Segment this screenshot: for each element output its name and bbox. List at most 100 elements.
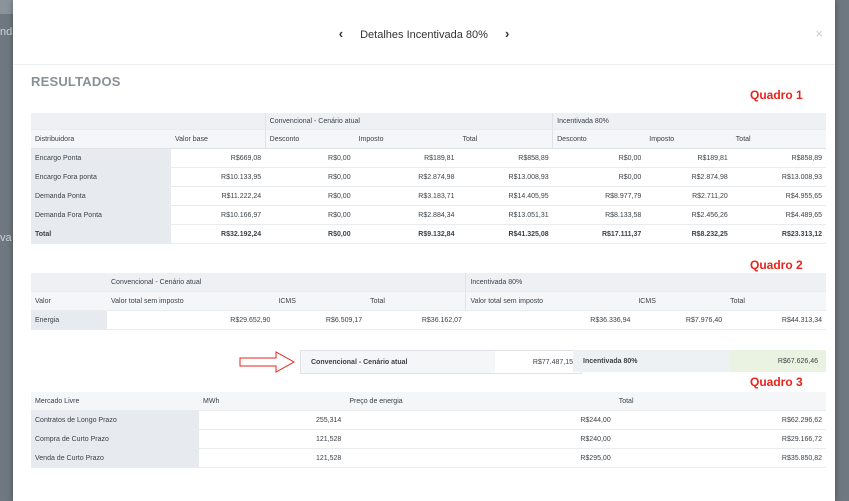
cell: R$7.976,40 bbox=[634, 310, 727, 330]
cell: 121,528 bbox=[199, 429, 346, 449]
cell: R$6.509,17 bbox=[274, 310, 367, 330]
quadro2-label: Quadro 2 bbox=[750, 258, 803, 272]
cell: R$23.313,12 bbox=[731, 224, 826, 244]
group-header-row: Convencional - Cenário atual Incentivada… bbox=[31, 273, 826, 292]
cell: R$0,00 bbox=[265, 148, 355, 168]
background-topbar bbox=[0, 0, 14, 14]
quadro1-label: Quadro 1 bbox=[750, 88, 803, 102]
column-header: Imposto bbox=[645, 129, 732, 149]
cell: R$3.183,71 bbox=[354, 186, 459, 206]
cell: R$13.008,93 bbox=[458, 167, 553, 187]
column-header: Total bbox=[458, 129, 553, 149]
cell: R$858,89 bbox=[731, 148, 826, 168]
details-modal: ‹ Detalhes Incentivada 80% › × RESULTADO… bbox=[13, 0, 835, 501]
cell: R$0,00 bbox=[265, 224, 355, 244]
background-text: va bbox=[0, 232, 12, 244]
cell: R$0,00 bbox=[552, 148, 646, 168]
cell: R$0,00 bbox=[265, 186, 355, 206]
table-row: Venda de Curto Prazo 121,528 R$295,00 R$… bbox=[31, 448, 826, 468]
row-label: Encargo Fora ponta bbox=[31, 167, 171, 187]
summary-value: R$67.626,46 bbox=[730, 350, 826, 372]
cell: R$8.232,25 bbox=[645, 224, 732, 244]
table-row: Contratos de Longo Prazo 255,314 R$244,0… bbox=[31, 410, 826, 430]
cell: R$8.977,79 bbox=[552, 186, 646, 206]
summary-incentivada: Incentivada 80% R$67.626,46 bbox=[573, 350, 826, 372]
row-label: Demanda Ponta bbox=[31, 186, 171, 206]
cell: R$2.711,20 bbox=[645, 186, 732, 206]
group-incentivada: Incentivada 80% bbox=[465, 273, 826, 292]
table-row: Demanda Ponta R$11.222,24 R$0,00 R$3.183… bbox=[31, 186, 826, 206]
column-header: Imposto bbox=[354, 129, 459, 149]
cell: R$0,00 bbox=[265, 205, 355, 225]
column-header: Valor total sem imposto bbox=[107, 291, 275, 311]
cell: 121,528 bbox=[199, 448, 346, 468]
mercado-livre-table: Mercado Livre MWh Preço de energia Total… bbox=[31, 392, 826, 468]
row-label: Venda de Curto Prazo bbox=[31, 448, 199, 468]
column-header-row: Distribuidora Valor base Desconto Impost… bbox=[31, 129, 826, 149]
cell: R$17.111,37 bbox=[552, 224, 646, 244]
cell: R$2.884,34 bbox=[354, 205, 459, 225]
cell: R$8.133,58 bbox=[552, 205, 646, 225]
cell: R$4.955,65 bbox=[731, 186, 826, 206]
group-incentivada: Incentivada 80% bbox=[552, 113, 826, 130]
modal-title: Detalhes Incentivada 80% bbox=[360, 29, 488, 41]
cell: R$32.192,24 bbox=[171, 224, 266, 244]
cell: R$10.166,97 bbox=[171, 205, 266, 225]
cell: R$14.405,95 bbox=[458, 186, 553, 206]
cell: R$29.652,90 bbox=[107, 310, 275, 330]
row-label: Encargo Ponta bbox=[31, 148, 171, 168]
cell: R$189,81 bbox=[354, 148, 459, 168]
chevron-right-icon[interactable]: › bbox=[505, 26, 509, 41]
cell: R$29.166,72 bbox=[614, 429, 826, 449]
column-header: Mercado Livre bbox=[31, 392, 199, 411]
cell: R$41.325,08 bbox=[458, 224, 553, 244]
table-row: Compra de Curto Prazo 121,528 R$240,00 R… bbox=[31, 429, 826, 449]
cell: R$2.874,98 bbox=[354, 167, 459, 187]
column-header: ICMS bbox=[634, 291, 727, 311]
table-row: Encargo Fora ponta R$10.133,95 R$0,00 R$… bbox=[31, 167, 826, 187]
column-header: Total bbox=[731, 129, 826, 149]
energia-table: Convencional - Cenário atual Incentivada… bbox=[31, 273, 826, 330]
cell: 255,314 bbox=[199, 410, 346, 430]
cell: R$13.051,31 bbox=[458, 205, 553, 225]
cell: R$62.296,62 bbox=[614, 410, 826, 430]
cell: R$189,81 bbox=[645, 148, 732, 168]
cell: R$858,89 bbox=[458, 148, 553, 168]
chevron-left-icon[interactable]: ‹ bbox=[339, 26, 343, 41]
cell: R$669,08 bbox=[171, 148, 266, 168]
modal-title-bar: ‹ Detalhes Incentivada 80% › bbox=[13, 26, 835, 41]
modal-header: ‹ Detalhes Incentivada 80% › × bbox=[13, 0, 835, 65]
column-header: Preço de energia bbox=[345, 392, 615, 411]
cell: R$36.162,07 bbox=[366, 310, 466, 330]
section-title: RESULTADOS bbox=[31, 74, 121, 89]
column-header: Total bbox=[614, 392, 826, 411]
column-header: ICMS bbox=[274, 291, 367, 311]
summary-value: R$77.487,15 bbox=[495, 351, 581, 373]
close-icon[interactable]: × bbox=[815, 26, 823, 41]
row-label: Compra de Curto Prazo bbox=[31, 429, 199, 449]
cell: R$2.874,98 bbox=[645, 167, 732, 187]
table-row: Demanda Fora Ponta R$10.166,97 R$0,00 R$… bbox=[31, 205, 826, 225]
table-row: Encargo Ponta R$669,08 R$0,00 R$189,81 R… bbox=[31, 148, 826, 168]
column-header: Desconto bbox=[552, 129, 646, 149]
summary-convencional: Convencional - Cenário atual R$77.487,15 bbox=[300, 350, 582, 374]
group-convencional: Convencional - Cenário atual bbox=[264, 113, 459, 130]
table-row: Energia R$29.652,90 R$6.509,17 R$36.162,… bbox=[31, 310, 826, 330]
cell: R$44.313,34 bbox=[726, 310, 826, 330]
column-header: Total bbox=[366, 291, 466, 311]
column-header-row: Mercado Livre MWh Preço de energia Total bbox=[31, 392, 826, 411]
annotation-arrow-icon bbox=[239, 351, 296, 373]
column-header: Valor bbox=[31, 291, 107, 311]
row-label: Contratos de Longo Prazo bbox=[31, 410, 199, 430]
cell: R$10.133,95 bbox=[171, 167, 266, 187]
distribuidora-table: Convencional - Cenário atual Incentivada… bbox=[31, 113, 826, 244]
row-label: Demanda Fora Ponta bbox=[31, 205, 171, 225]
summary-label: Incentivada 80% bbox=[583, 357, 638, 365]
column-header: Valor base bbox=[171, 129, 266, 149]
group-header-row: Convencional - Cenário atual Incentivada… bbox=[31, 113, 826, 130]
cell: R$4.489,65 bbox=[731, 205, 826, 225]
cell: R$244,00 bbox=[345, 410, 615, 430]
column-header: Distribuidora bbox=[31, 129, 171, 149]
quadro3-label: Quadro 3 bbox=[750, 375, 803, 389]
cell: R$295,00 bbox=[345, 448, 615, 468]
